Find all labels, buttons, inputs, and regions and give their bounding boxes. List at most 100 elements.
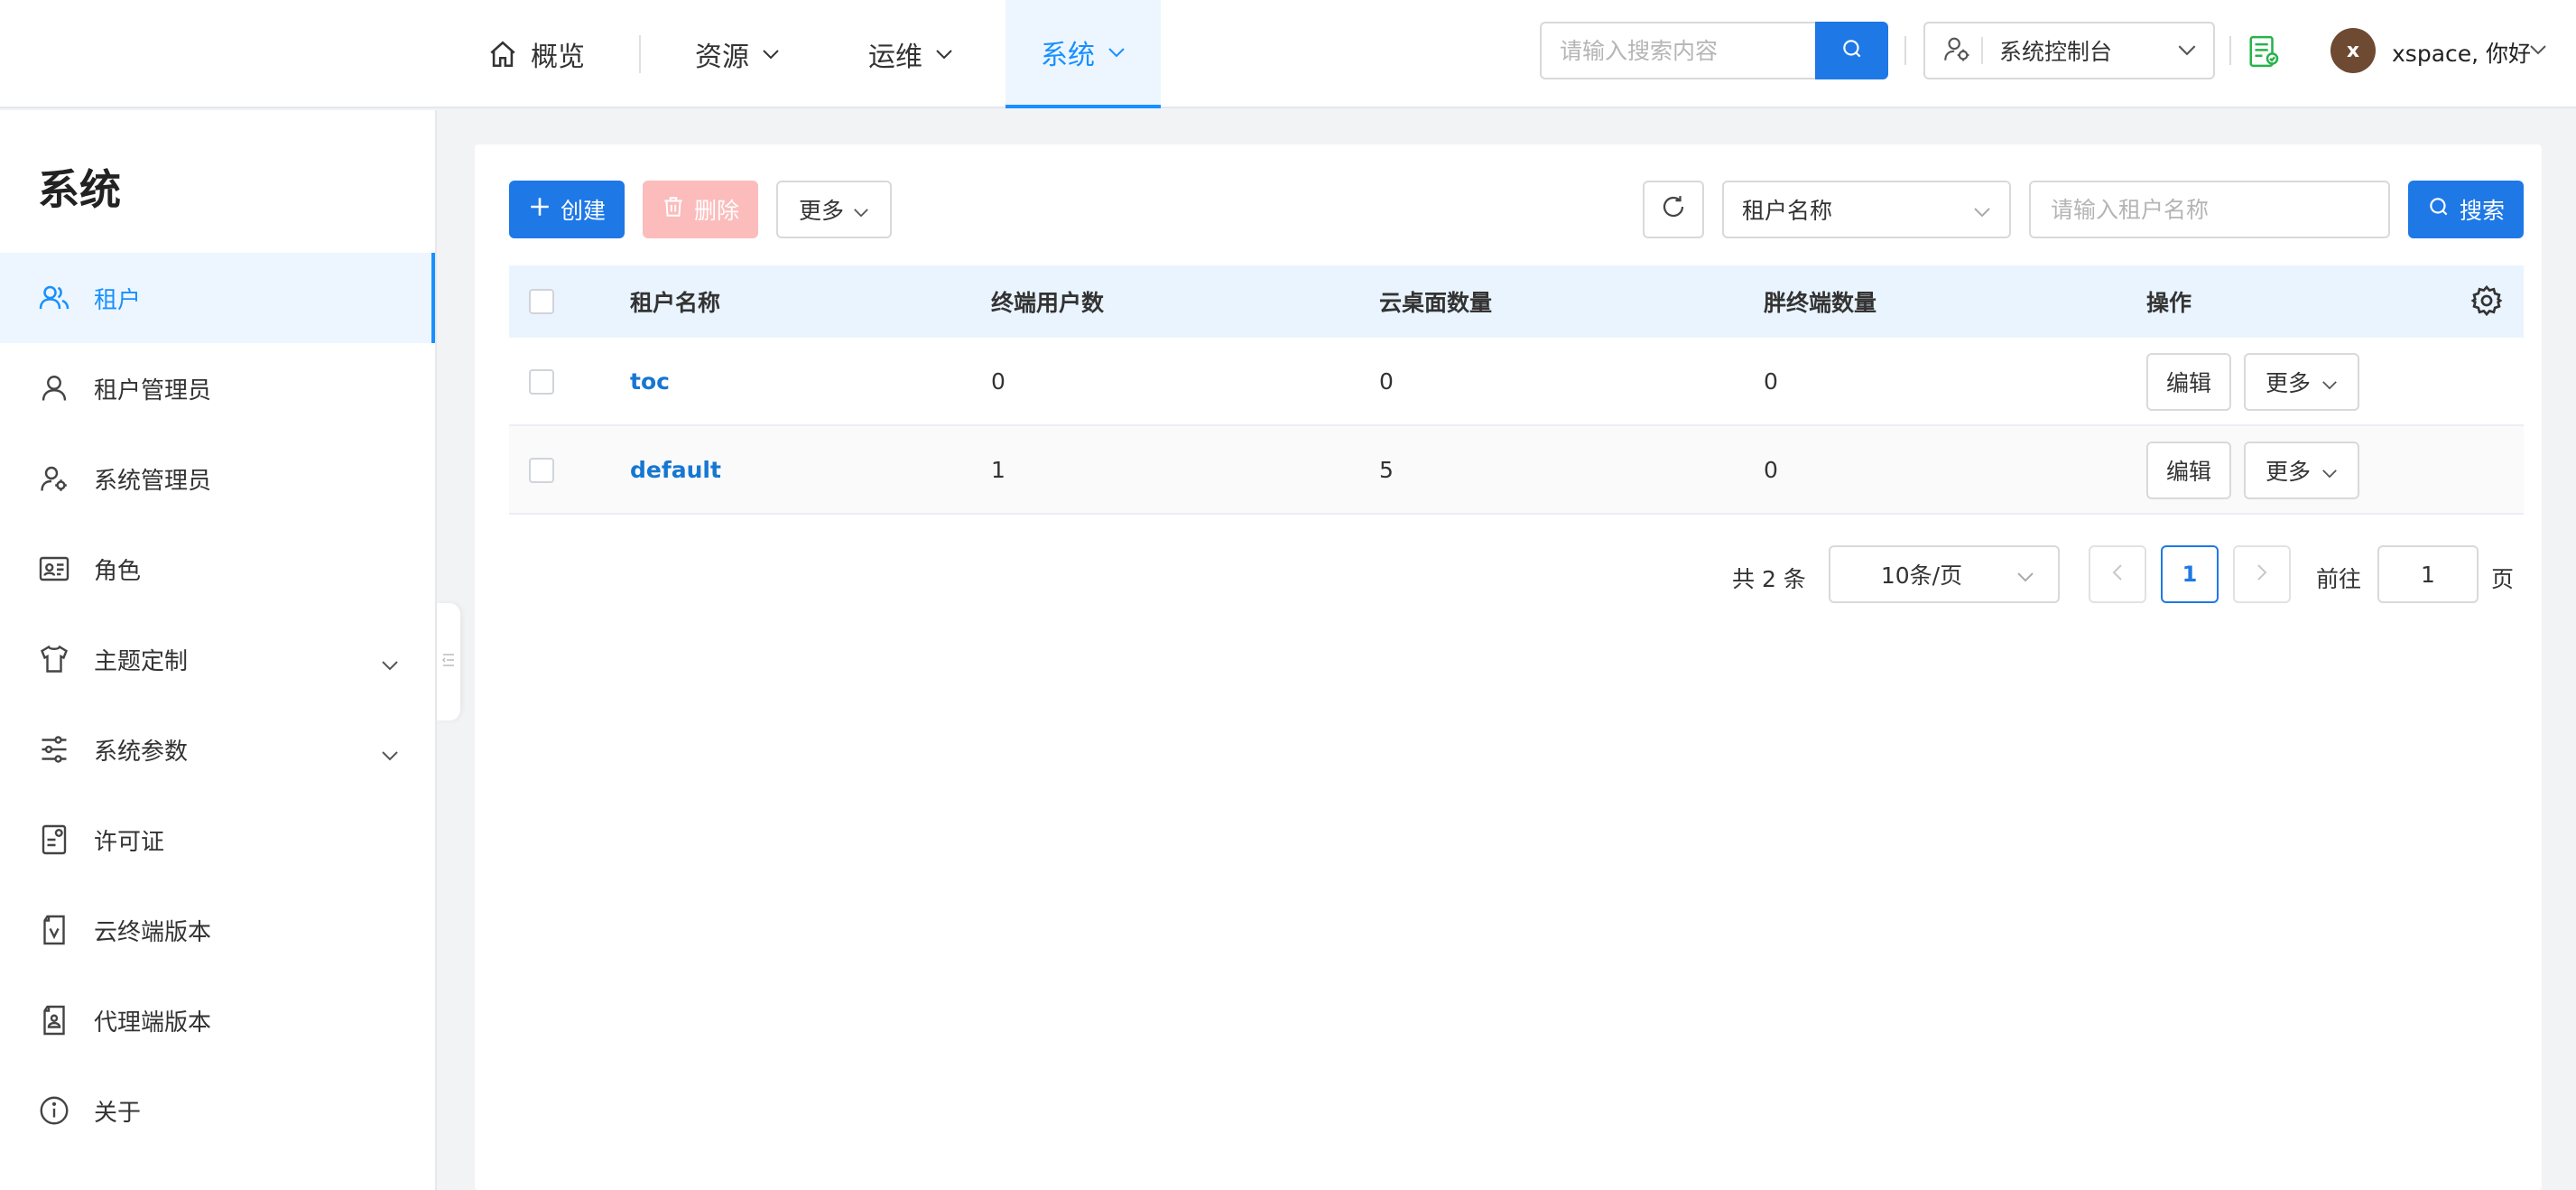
id-card-icon <box>36 551 72 587</box>
fat-terminal-count: 0 <box>1764 456 1778 483</box>
trash-icon <box>662 195 685 224</box>
refresh-button[interactable] <box>1643 181 1704 238</box>
chevron-down-icon <box>853 197 869 223</box>
create-button-label: 创建 <box>560 198 606 224</box>
divider <box>1981 37 1983 64</box>
user-icon <box>36 370 72 406</box>
edit-button-label: 编辑 <box>2165 459 2211 485</box>
user-count: 1 <box>991 456 1005 483</box>
tenant-name-link[interactable]: default <box>630 457 721 483</box>
chevron-down-icon <box>2321 369 2338 395</box>
sidebar-item-tenants[interactable]: 租户 <box>0 253 435 343</box>
global-search-input[interactable] <box>1542 23 1815 78</box>
cloud-terminal-version-icon <box>36 912 72 948</box>
page-size-label: 10条/页 <box>1880 562 1963 589</box>
home-icon <box>487 39 518 70</box>
user-greeting[interactable]: xspace, 你好 <box>2392 36 2531 69</box>
sidebar-item-system-params[interactable]: 系统参数 <box>0 704 435 795</box>
desktop-count: 5 <box>1379 456 1394 483</box>
user-gear-icon <box>1941 33 1972 68</box>
sidebar-item-license[interactable]: 许可证 <box>0 795 435 885</box>
chevron-down-icon <box>381 740 399 767</box>
global-search-button[interactable] <box>1815 22 1888 79</box>
chevron-down-icon <box>381 650 399 677</box>
sidebar-collapse-handle[interactable] <box>437 603 460 721</box>
column-header: 操作 <box>2146 290 2192 316</box>
divider <box>1904 36 1906 65</box>
chevron-down-icon <box>1973 197 1991 223</box>
collapse-icon <box>441 651 456 673</box>
chevron-right-icon <box>2256 563 2267 585</box>
nav-ops-label: 运维 <box>868 42 922 73</box>
table-row: toc 0 0 0 编辑 更多 <box>509 338 2524 426</box>
next-page-button[interactable] <box>2233 545 2291 603</box>
nav-overview-label: 概览 <box>531 42 585 73</box>
sidebar-item-system-admins[interactable]: 系统管理员 <box>0 433 435 524</box>
row-more-label: 更多 <box>2265 459 2311 485</box>
create-button[interactable]: 创建 <box>509 181 625 238</box>
avatar[interactable]: x <box>2330 28 2376 73</box>
more-actions-label: 更多 <box>798 198 844 224</box>
sidebar-item-label: 云终端版本 <box>94 918 212 946</box>
chevron-down-icon <box>2016 562 2034 588</box>
console-select[interactable]: 系统控制台 <box>1923 22 2215 79</box>
nav-resources[interactable]: 资源 <box>695 0 780 108</box>
chevron-down-icon[interactable] <box>2529 42 2547 59</box>
goto-page-input[interactable]: 1 <box>2377 545 2479 603</box>
sidebar-item-label: 主题定制 <box>94 647 189 675</box>
chevron-down-icon <box>935 49 953 60</box>
search-icon <box>1840 37 1864 64</box>
page-suffix: 页 <box>2491 566 2515 592</box>
chevron-down-icon <box>2177 42 2197 60</box>
filter-field-label: 租户名称 <box>1742 198 1833 224</box>
column-header: 云桌面数量 <box>1379 290 1493 316</box>
nav-resources-label: 资源 <box>695 42 749 73</box>
divider <box>2229 36 2231 65</box>
sidebar-item-tenant-admins[interactable]: 租户管理员 <box>0 343 435 433</box>
page-size-select[interactable]: 10条/页 <box>1829 545 2060 603</box>
nav-divider <box>639 35 641 73</box>
select-all-checkbox[interactable] <box>529 289 554 314</box>
column-header: 终端用户数 <box>991 290 1105 316</box>
sidebar-item-label: 租户 <box>94 286 142 314</box>
sidebar-item-roles[interactable]: 角色 <box>0 524 435 614</box>
search-button[interactable]: 搜索 <box>2408 181 2524 238</box>
sidebar-item-agent-version[interactable]: 代理端版本 <box>0 975 435 1065</box>
sidebar-item-theme[interactable]: 主题定制 <box>0 614 435 704</box>
user-gear-icon <box>36 460 72 497</box>
sidebar-item-cloud-terminal-version[interactable]: 云终端版本 <box>0 885 435 975</box>
sidebar-item-label: 角色 <box>94 557 142 585</box>
license-doc-icon[interactable] <box>2247 34 2281 72</box>
nav-overview[interactable]: 概览 <box>487 0 585 108</box>
table-row: default 1 5 0 编辑 更多 <box>509 426 2524 515</box>
gear-icon[interactable] <box>2469 284 2504 323</box>
chevron-down-icon <box>762 49 780 60</box>
edit-button[interactable]: 编辑 <box>2146 442 2231 499</box>
filter-field-select[interactable]: 租户名称 <box>1722 181 2011 238</box>
nav-ops[interactable]: 运维 <box>868 0 953 108</box>
row-checkbox[interactable] <box>529 458 554 483</box>
global-search-field[interactable] <box>1540 22 1815 79</box>
tenant-name-field[interactable] <box>2029 181 2390 238</box>
row-more-button[interactable]: 更多 <box>2244 353 2359 411</box>
edit-button[interactable]: 编辑 <box>2146 353 2231 411</box>
nav-system[interactable]: 系统 <box>1005 0 1161 108</box>
plus-icon <box>528 195 551 224</box>
top-navbar: 概览 资源 运维 系统 系统控制台 x xspace, 你好 <box>0 0 2576 108</box>
sidebar-item-about[interactable]: 关于 <box>0 1065 435 1156</box>
user-count: 0 <box>991 367 1005 395</box>
tenant-name-input[interactable] <box>2031 182 2388 237</box>
row-more-button[interactable]: 更多 <box>2244 442 2359 499</box>
more-actions-button[interactable]: 更多 <box>776 181 892 238</box>
row-checkbox[interactable] <box>529 369 554 395</box>
chevron-down-icon <box>2321 458 2338 484</box>
tenant-name-link[interactable]: toc <box>630 368 670 395</box>
delete-button[interactable]: 删除 <box>643 181 758 238</box>
shirt-icon <box>36 641 72 677</box>
page-number-button[interactable]: 1 <box>2161 545 2219 603</box>
goto-label: 前往 <box>2316 566 2362 592</box>
nav-system-label: 系统 <box>1041 40 1095 71</box>
prev-page-button[interactable] <box>2089 545 2146 603</box>
delete-button-label: 删除 <box>693 198 739 224</box>
sidebar-item-label: 系统参数 <box>94 738 189 766</box>
